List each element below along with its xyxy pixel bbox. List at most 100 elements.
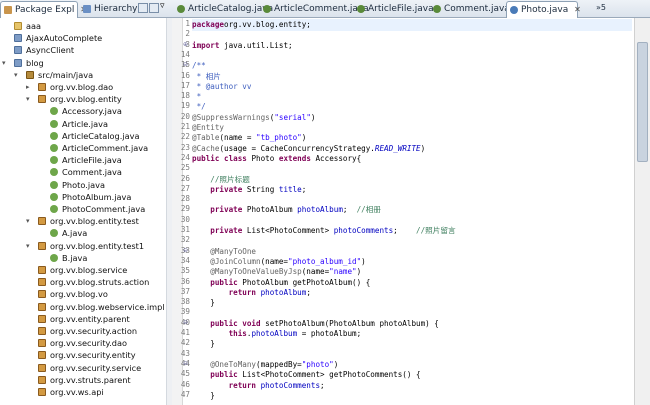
java-file-icon (50, 144, 58, 152)
fold-collapse-icon[interactable]: ⊖ (183, 247, 188, 254)
code-line: } (192, 390, 215, 400)
line-number: 23 (180, 142, 190, 152)
tab-package-explorer[interactable]: Package Expl ✕ (0, 1, 87, 18)
editor-tab[interactable]: Comment.java (430, 1, 510, 17)
view-menu-icon[interactable]: ▿ (160, 1, 165, 11)
tree-item[interactable]: aaa (0, 20, 166, 32)
tree-item[interactable]: ▾ blog (0, 57, 166, 69)
code-line: private PhotoAlbum photoAlbum; //相册 (192, 205, 381, 215)
tree-item[interactable]: B.java (0, 252, 166, 264)
tree-item-label: org.vv.ws.api (50, 387, 104, 397)
tree-item[interactable]: ▾ src/main/java (0, 69, 166, 81)
tree-item[interactable]: org.vv.blog.webservice.impl (0, 301, 166, 313)
code-line: import java.util.List; (192, 40, 293, 50)
tree-item[interactable]: org.vv.blog.vo (0, 288, 166, 300)
tree-item[interactable]: Article.java (0, 118, 166, 130)
code-line: packageorg.vv.blog.entity; (192, 20, 311, 29)
tree-item-label: PhotoComment.java (62, 204, 146, 214)
tree-item-label: org.vv.entity.parent (50, 313, 130, 324)
tree-item[interactable]: PhotoAlbum.java (0, 191, 166, 203)
tab-hierarchy[interactable]: Hierarchy (80, 1, 140, 17)
editor-tab[interactable]: ArticleCatalog.java (174, 1, 273, 17)
tree-item-label: org.vv.blog.vo (50, 289, 108, 300)
editor-tab[interactable]: ArticleComment.java (260, 1, 369, 17)
left-view-tabbar: Package Expl ✕ Hierarchy ▿ (0, 0, 172, 18)
fold-collapse-icon[interactable]: ⊖ (183, 61, 188, 68)
code-line: this.photoAlbum = photoAlbum; (192, 329, 362, 338)
package-icon (38, 290, 46, 299)
tab-overflow-indicator[interactable]: »5 (596, 3, 606, 12)
tree-item[interactable]: org.vv.security.entity (0, 349, 166, 361)
tree-item[interactable]: org.vv.struts.parent (0, 374, 166, 386)
tab-label: Photo.java (521, 5, 569, 15)
expand-arrow-icon[interactable]: ▾ (26, 240, 30, 252)
expand-arrow-icon[interactable]: ▾ (26, 215, 30, 227)
code-line: public class Photo extends Accessory{ (192, 153, 362, 163)
line-number: 17 (180, 80, 190, 90)
tree-item-label: ArticleComment.java (62, 143, 149, 153)
view-toolbar: ▿ (138, 1, 170, 14)
close-icon[interactable]: ✕ (574, 5, 581, 14)
tree-item[interactable]: ArticleFile.java (0, 154, 166, 166)
tree-item-label: A.java (62, 228, 88, 239)
scrollbar-thumb[interactable] (637, 42, 648, 162)
package-icon (38, 302, 46, 311)
tree-item-label: org.vv.blog.entity.test (50, 216, 139, 227)
code-line: } (192, 339, 215, 349)
tree-item[interactable]: Accessory.java (0, 105, 166, 117)
fold-collapse-icon[interactable]: ⊖ (183, 360, 188, 367)
line-number: 19 (180, 101, 190, 111)
tree-item[interactable]: PhotoComment.java (0, 203, 166, 215)
tree-item[interactable]: org.vv.security.service (0, 362, 166, 374)
expand-arrow-icon[interactable]: ▾ (14, 69, 18, 81)
tree-item-label: org.vv.security.action (50, 326, 138, 336)
tree-item[interactable]: ▸ org.vv.blog.dao (0, 81, 166, 93)
editor-tab-active[interactable]: Photo.java ✕ (506, 1, 581, 18)
tree-item[interactable]: org.vv.security.action (0, 325, 166, 337)
tree-item[interactable]: Comment.java (0, 166, 166, 178)
package-icon (38, 351, 46, 360)
editor-scrollbar[interactable] (634, 18, 650, 405)
expand-arrow-icon[interactable]: ▾ (26, 93, 30, 105)
line-number: 16 (180, 70, 190, 80)
package-icon (38, 375, 46, 384)
tree-item[interactable]: ▾ org.vv.blog.entity.test (0, 215, 166, 227)
tree-item[interactable]: AjaxAutoComplete (0, 32, 166, 44)
tree-item[interactable]: AsyncClient (0, 44, 166, 56)
tree-item-label: org.vv.blog.service (50, 265, 128, 275)
tree-item[interactable]: ▾ org.vv.blog.entity.test1 (0, 240, 166, 252)
tree-item-label: PhotoAlbum.java (62, 191, 132, 202)
tree-item[interactable]: ArticleComment.java (0, 142, 166, 154)
tree-item-label: org.vv.blog.dao (50, 82, 114, 92)
expand-arrow-icon[interactable]: ▾ (2, 57, 6, 69)
tree-item-label: B.java (62, 252, 88, 263)
link-with-editor-icon[interactable] (149, 3, 159, 13)
tree-item-label: org.vv.security.entity (50, 350, 136, 361)
tree-item[interactable]: org.vv.blog.service (0, 264, 166, 276)
tree-item[interactable]: org.vv.security.dao (0, 337, 166, 349)
tree-item[interactable]: ArticleCatalog.java (0, 130, 166, 142)
line-number: 41 (180, 328, 190, 337)
tree-item[interactable]: A.java (0, 227, 166, 239)
collapse-all-icon[interactable] (138, 3, 148, 13)
tree-item[interactable]: org.vv.ws.api (0, 386, 166, 398)
tab-label: ArticleFile.java (368, 4, 434, 14)
line-number: 47 (180, 389, 190, 399)
tree-item[interactable]: org.vv.blog.struts.action (0, 276, 166, 288)
java-file-icon (50, 131, 58, 140)
collapse-arrow-icon[interactable]: ▸ (26, 81, 30, 93)
tab-label: Hierarchy (94, 4, 138, 14)
tree-item[interactable]: Photo.java (0, 179, 166, 191)
java-file-icon (50, 205, 58, 213)
tree-item[interactable]: org.vv.entity.parent (0, 313, 166, 325)
tree-item-label: AjaxAutoComplete (26, 33, 103, 44)
package-icon (38, 266, 46, 274)
editor-tab[interactable]: ArticleFile.java (354, 1, 434, 17)
code-line: private List<PhotoComment> photoComments… (192, 226, 456, 235)
line-number: 28 (180, 194, 190, 204)
fold-expand-icon[interactable]: ⊕ (183, 41, 188, 48)
code-line: } (192, 298, 215, 308)
tree-item[interactable]: ▾ org.vv.blog.entity (0, 93, 166, 105)
fold-collapse-icon[interactable]: ⊖ (183, 319, 188, 326)
source-folder-icon (26, 70, 34, 79)
